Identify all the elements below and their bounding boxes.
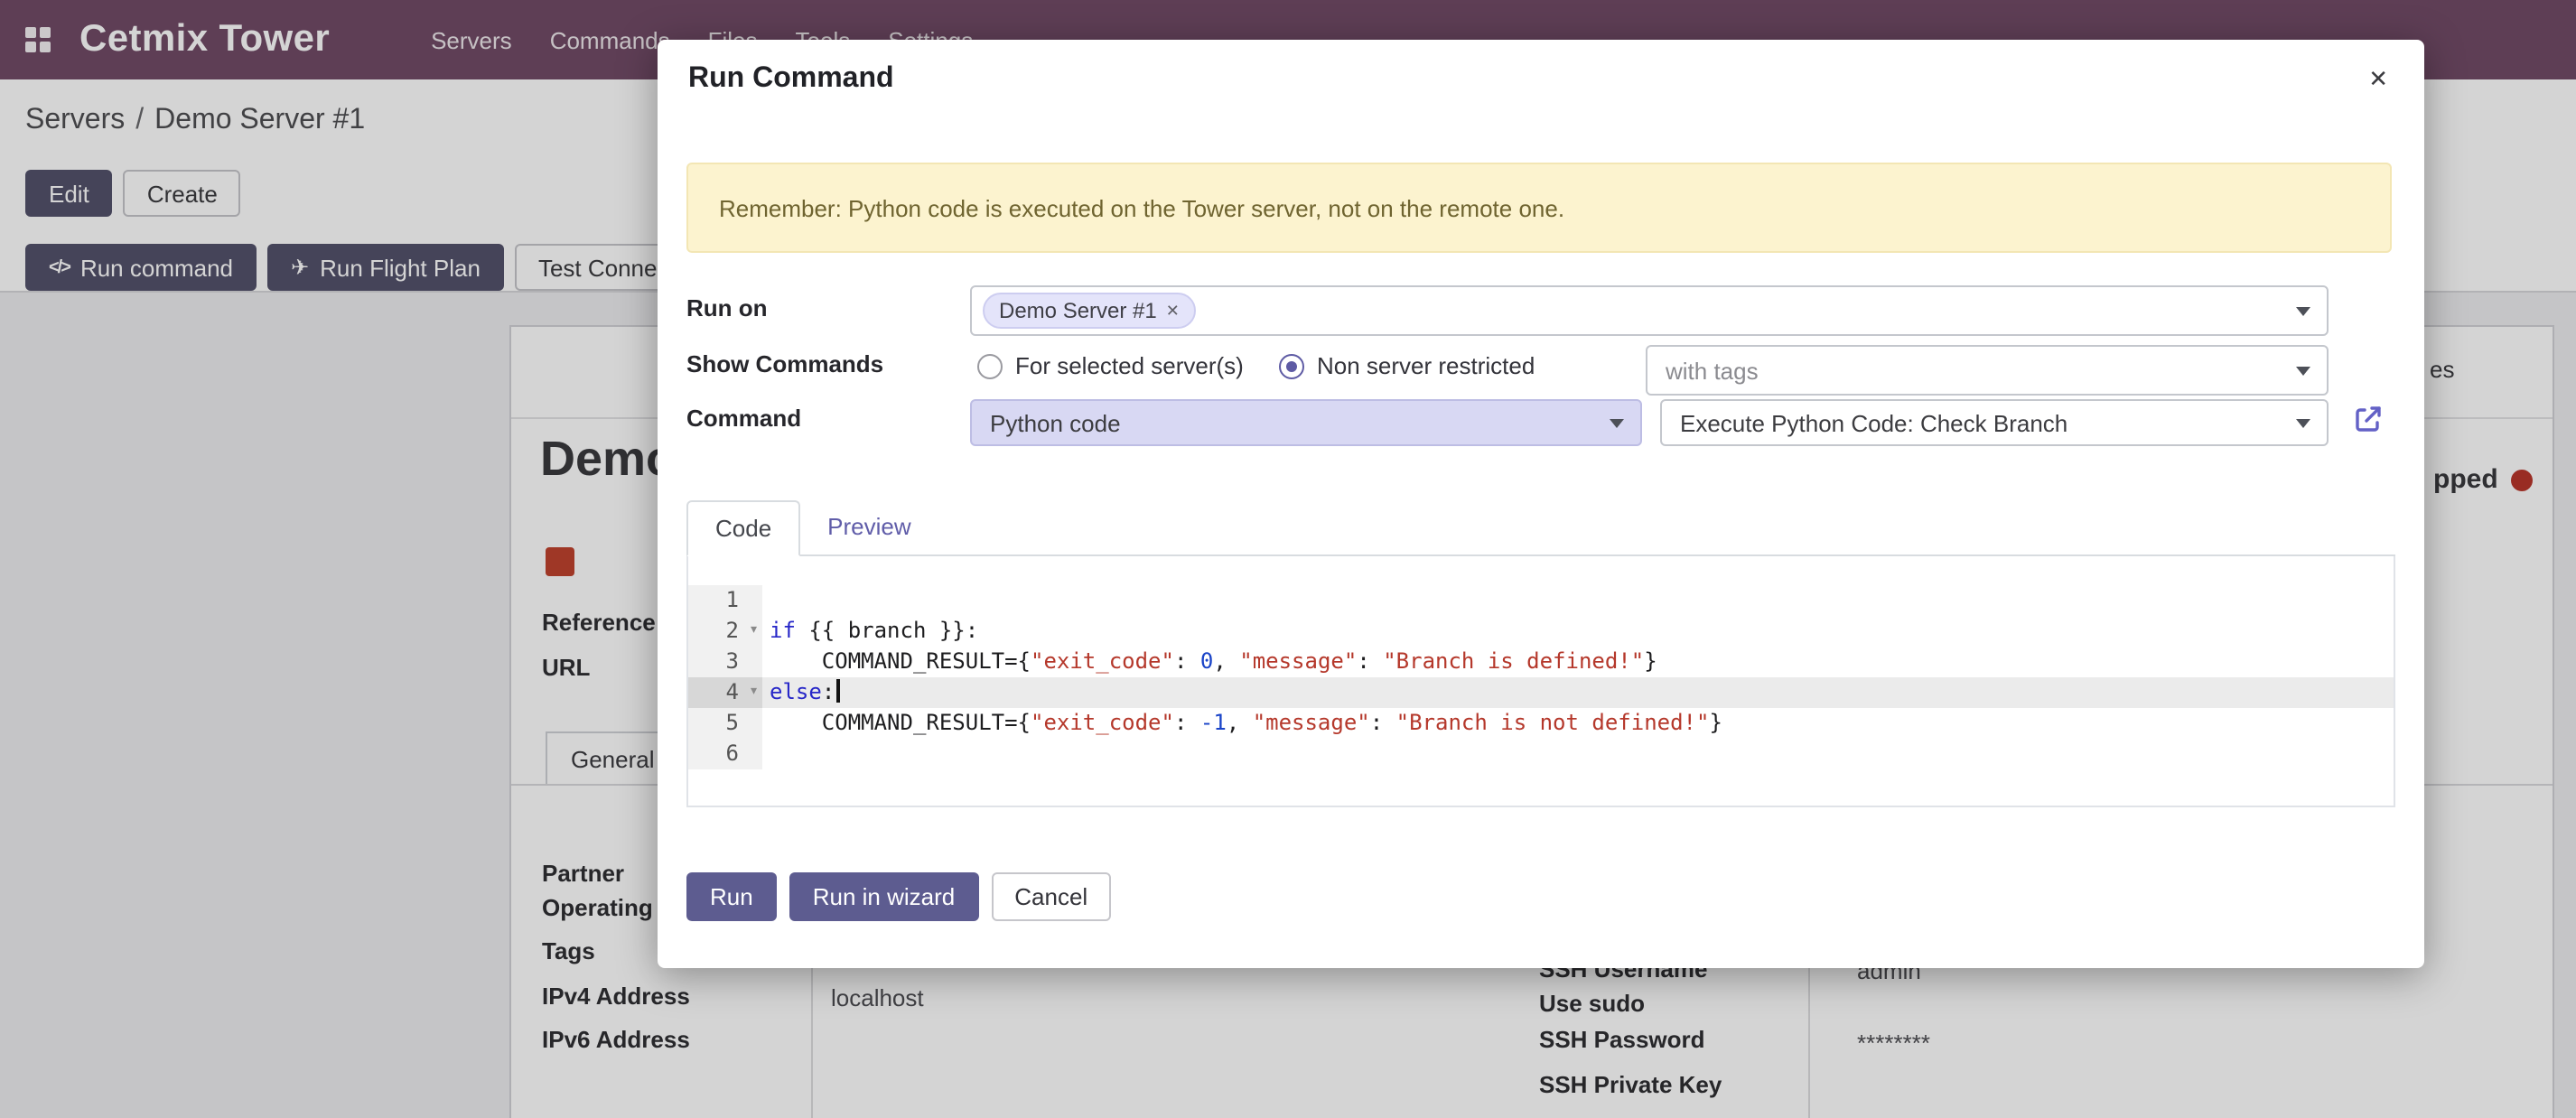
label-command: Command xyxy=(686,405,801,432)
label-show-commands: Show Commands xyxy=(686,350,883,377)
server-tag-chip[interactable]: Demo Server #1 ✕ xyxy=(983,293,1196,329)
modal-footer: Run Run in wizard Cancel xyxy=(686,872,1111,921)
line-number[interactable]: 5 xyxy=(688,708,762,739)
line-number[interactable]: 3 xyxy=(688,647,762,677)
radio-icon xyxy=(977,353,1003,378)
line-number[interactable]: 6 xyxy=(688,739,762,769)
command-select[interactable]: Execute Python Code: Check Branch xyxy=(1660,399,2329,446)
warning-alert: Remember: Python code is executed on the… xyxy=(686,163,2392,253)
code-line-2[interactable]: 2▾if {{ branch }}: xyxy=(688,616,2394,647)
line-number[interactable]: 1 xyxy=(688,585,762,616)
cancel-button[interactable]: Cancel xyxy=(991,872,1111,921)
run-on-multiselect[interactable]: Demo Server #1 ✕ xyxy=(970,285,2329,336)
code-line-content xyxy=(762,739,2394,769)
radio-for-selected-servers[interactable]: For selected server(s) xyxy=(977,352,1244,379)
notebook-body: 12▾if {{ branch }}:3 COMMAND_RESULT={"ex… xyxy=(686,556,2395,807)
remove-tag-icon[interactable]: ✕ xyxy=(1166,301,1180,321)
fold-arrow-icon[interactable]: ▾ xyxy=(749,616,759,647)
modal-title: Run Command xyxy=(688,63,894,96)
tab-code[interactable]: Code xyxy=(686,500,800,556)
radio-checked-icon xyxy=(1279,353,1304,378)
code-line-content: if {{ branch }}: xyxy=(762,616,2394,647)
radio-non-server-restricted[interactable]: Non server restricted xyxy=(1279,352,1535,379)
run-button[interactable]: Run xyxy=(686,872,777,921)
code-line-5[interactable]: 5 COMMAND_RESULT={"exit_code": -1, "mess… xyxy=(688,708,2394,739)
screen: Cetmix Tower Servers Commands Files Tool… xyxy=(0,0,2576,1118)
external-link-icon[interactable] xyxy=(2352,403,2385,435)
code-line-1[interactable]: 1 xyxy=(688,585,2394,616)
code-line-content xyxy=(762,585,2394,616)
label-run-on: Run on xyxy=(686,294,768,321)
line-number[interactable]: 2▾ xyxy=(688,616,762,647)
chevron-down-icon xyxy=(1610,419,1624,428)
code-line-content: else: xyxy=(762,677,2394,708)
chevron-down-icon xyxy=(2296,307,2310,316)
chevron-down-icon xyxy=(2296,367,2310,376)
code-editor[interactable]: 12▾if {{ branch }}:3 COMMAND_RESULT={"ex… xyxy=(688,585,2394,769)
tab-preview[interactable]: Preview xyxy=(800,498,938,554)
code-line-3[interactable]: 3 COMMAND_RESULT={"exit_code": 0, "messa… xyxy=(688,647,2394,677)
run-command-modal: Run Command ✕ Remember: Python code is e… xyxy=(658,40,2424,968)
code-line-content: COMMAND_RESULT={"exit_code": -1, "messag… xyxy=(762,708,2394,739)
code-line-6[interactable]: 6 xyxy=(688,739,2394,769)
command-type-select[interactable]: Python code xyxy=(970,399,1642,446)
code-line-4[interactable]: 4▾else: xyxy=(688,677,2394,708)
line-number[interactable]: 4▾ xyxy=(688,677,762,708)
text-cursor xyxy=(836,679,840,703)
close-icon[interactable]: ✕ xyxy=(2368,65,2388,94)
with-tags-select[interactable]: with tags xyxy=(1646,345,2329,396)
fold-arrow-icon[interactable]: ▾ xyxy=(749,677,759,708)
run-in-wizard-button[interactable]: Run in wizard xyxy=(789,872,979,921)
code-line-content: COMMAND_RESULT={"exit_code": 0, "message… xyxy=(762,647,2394,677)
notebook-tabs: Code Preview xyxy=(686,500,2395,556)
chevron-down-icon xyxy=(2296,419,2310,428)
